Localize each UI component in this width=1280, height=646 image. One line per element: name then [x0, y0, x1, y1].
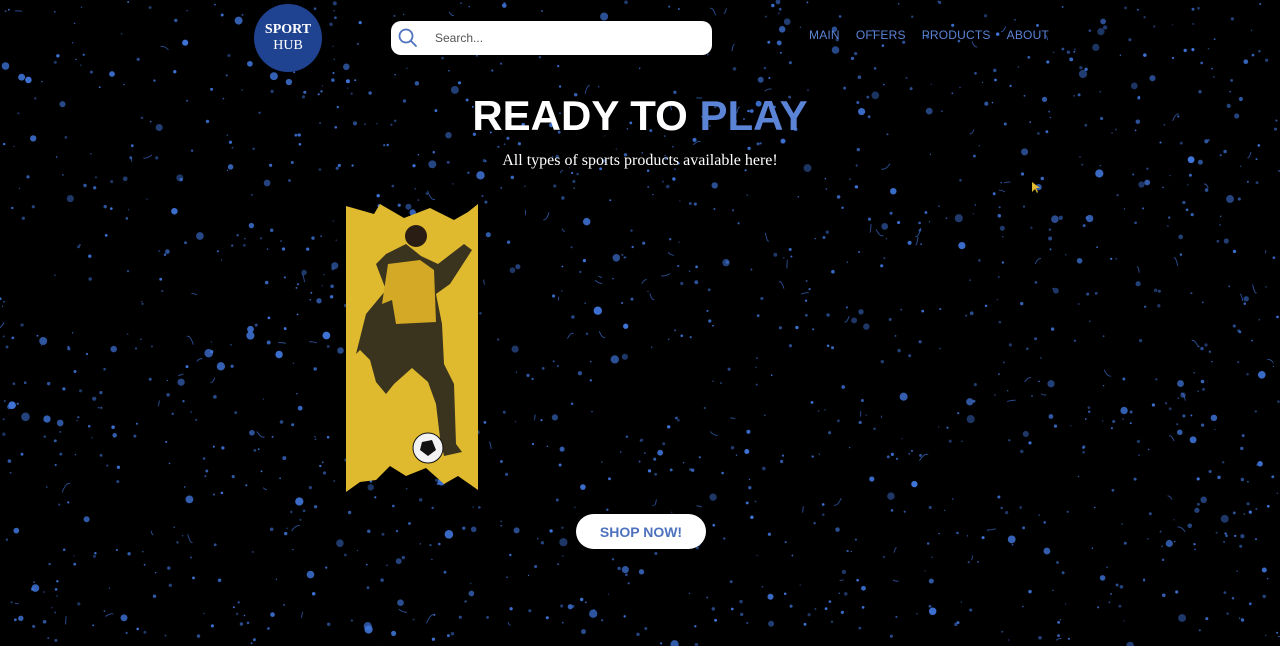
hero-subtitle: All types of sports products available h…: [502, 152, 778, 169]
logo-line-1: SPORT: [264, 22, 312, 37]
nav-offers[interactable]: OFFERS: [856, 28, 906, 42]
nav-products[interactable]: PRODUCTS: [922, 28, 991, 42]
search-icon[interactable]: [398, 28, 418, 48]
main-nav: MAIN OFFERS PRODUCTS ABOUT: [809, 28, 1049, 42]
nav-main[interactable]: MAIN: [809, 28, 840, 42]
search-input[interactable]: [433, 30, 697, 46]
soccer-player-image: [346, 204, 478, 492]
mouse-cursor-icon: [1032, 182, 1040, 193]
logo[interactable]: SPORT HUB: [254, 4, 322, 72]
nav-about[interactable]: ABOUT: [1007, 28, 1049, 42]
page: SPORT HUB MAIN OFFERS PRODUCTS ABOUT REA…: [0, 0, 1280, 646]
hero-title: READY TO PLAY: [0, 92, 1280, 140]
search-bar[interactable]: [391, 21, 712, 55]
hero-title-accent: PLAY: [699, 92, 808, 139]
shop-now-button[interactable]: SHOP NOW!: [576, 514, 706, 549]
logo-line-2: HUB: [273, 38, 303, 53]
hero-title-main: READY TO: [472, 92, 688, 139]
